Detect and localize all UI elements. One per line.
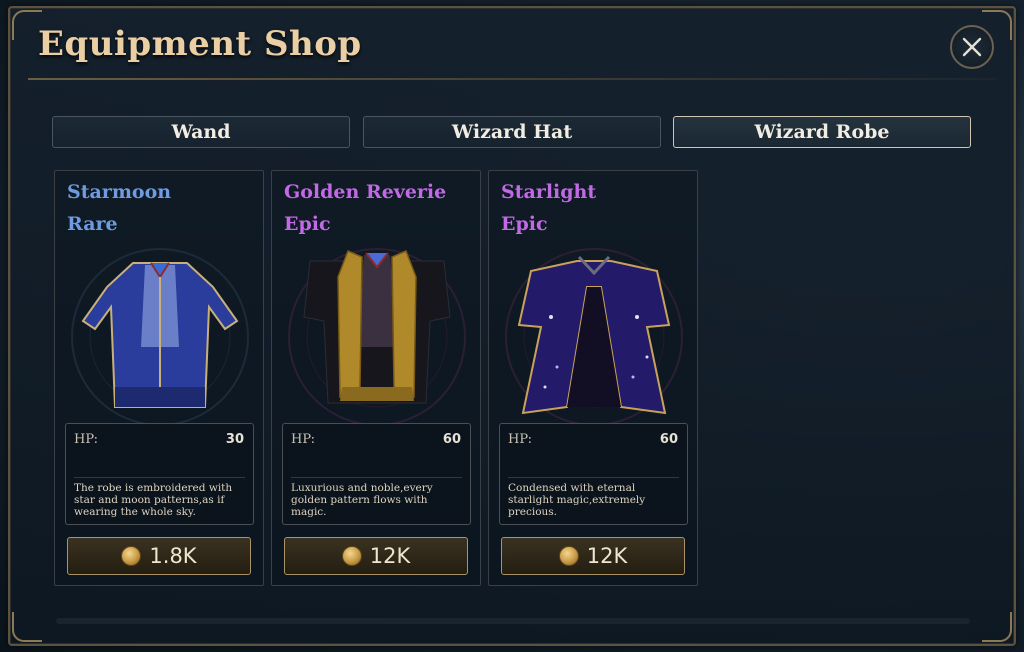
- hp-value: 60: [659, 432, 678, 447]
- item-rarity: Rare: [67, 213, 118, 235]
- item-card-starlight[interactable]: Starlight Epic HP: 60 Condensed with ete…: [488, 170, 698, 586]
- blue-robe-icon: [63, 237, 257, 427]
- tab-wizard-robe[interactable]: Wizard Robe: [673, 116, 971, 148]
- frame-corner-ornament: [982, 612, 1012, 642]
- frame-corner-ornament: [12, 612, 42, 642]
- close-icon: [962, 37, 982, 57]
- tab-wand[interactable]: Wand: [52, 116, 350, 148]
- hp-label: HP:: [508, 432, 533, 447]
- tab-wizard-hat[interactable]: Wizard Hat: [363, 116, 661, 148]
- hp-label: HP:: [74, 432, 99, 447]
- item-card-starmoon[interactable]: Starmoon Rare HP: 30 The robe is embroid…: [54, 170, 264, 586]
- item-stats-panel: HP: 60 Luxurious and noble,every golden …: [282, 423, 471, 525]
- buy-button[interactable]: 1.8K: [67, 537, 251, 575]
- stats-divider: [291, 477, 462, 478]
- item-rarity: Epic: [501, 213, 548, 235]
- buy-button[interactable]: 12K: [501, 537, 685, 575]
- hp-value: 30: [225, 432, 244, 447]
- item-name: Starmoon: [67, 181, 172, 203]
- hp-value: 60: [442, 432, 461, 447]
- horizontal-scrollbar[interactable]: [56, 618, 970, 624]
- item-name: Starlight: [501, 181, 597, 203]
- title-divider: [28, 78, 996, 80]
- starlight-robe-icon: [497, 237, 691, 427]
- coin-icon: [121, 546, 142, 566]
- hp-label: HP:: [291, 432, 316, 447]
- item-rarity: Epic: [284, 213, 331, 235]
- buy-button[interactable]: 12K: [284, 537, 468, 575]
- item-price: 12K: [586, 544, 628, 568]
- category-tabs: Wand Wizard Hat Wizard Robe: [52, 116, 972, 148]
- close-button[interactable]: [950, 25, 994, 69]
- item-price: 12K: [369, 544, 411, 568]
- stats-divider: [74, 477, 245, 478]
- stats-divider: [508, 477, 679, 478]
- item-card-golden-reverie[interactable]: Golden Reverie Epic HP: 60 Luxurious and…: [271, 170, 481, 586]
- item-description: Condensed with eternal starlight magic,e…: [508, 482, 646, 518]
- coin-icon: [341, 546, 362, 566]
- item-stats-panel: HP: 60 Condensed with eternal starlight …: [499, 423, 688, 525]
- item-price: 1.8K: [149, 544, 197, 568]
- gold-robe-icon: [280, 237, 474, 427]
- item-name: Golden Reverie: [284, 181, 447, 203]
- window-title: Equipment Shop: [38, 24, 362, 64]
- coin-icon: [558, 546, 579, 566]
- item-description: Luxurious and noble,every golden pattern…: [291, 482, 433, 518]
- item-description: The robe is embroidered with star and mo…: [74, 482, 233, 518]
- item-stats-panel: HP: 30 The robe is embroidered with star…: [65, 423, 254, 525]
